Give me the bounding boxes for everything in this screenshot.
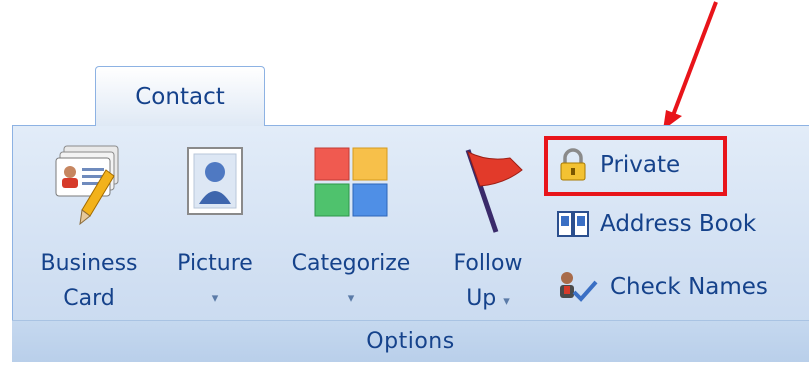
address-book-label: Address Book [600, 211, 757, 237]
picture-icon [187, 147, 243, 215]
address-book-button[interactable]: Address Book [556, 209, 756, 239]
options-label: Options [366, 329, 455, 354]
picture-button[interactable]: Picture ▾ [165, 140, 265, 316]
group-options-label: Options [12, 320, 809, 362]
picture-label: Picture [177, 251, 253, 276]
address-book-icon [557, 211, 589, 237]
follow-up-dropdown-icon: ▾ [503, 294, 510, 309]
tab-contact-label: Contact [135, 83, 225, 110]
categorize-button[interactable]: Categorize ▾ [277, 140, 425, 316]
follow-up-label-1: Follow [453, 251, 523, 276]
categorize-dropdown-icon: ▾ [347, 291, 355, 306]
business-card-label-1: Business [40, 251, 138, 276]
business-card-label-2: Card [63, 286, 115, 311]
categorize-label: Categorize [291, 251, 411, 276]
private-highlight-box [544, 136, 727, 196]
check-names-icon [560, 272, 598, 302]
tab-contact[interactable]: Contact [95, 66, 265, 126]
business-card-icon [55, 145, 119, 226]
check-names-button[interactable]: Check Names [556, 270, 768, 304]
follow-up-button[interactable]: Follow Up ▾ [437, 140, 539, 319]
follow-up-label-2: Up ▾ [466, 286, 510, 311]
flag-icon [465, 149, 523, 233]
picture-dropdown-icon: ▾ [211, 291, 219, 306]
check-names-label: Check Names [610, 274, 768, 300]
categorize-icon [314, 147, 388, 217]
business-card-button[interactable]: Business Card [25, 140, 153, 316]
